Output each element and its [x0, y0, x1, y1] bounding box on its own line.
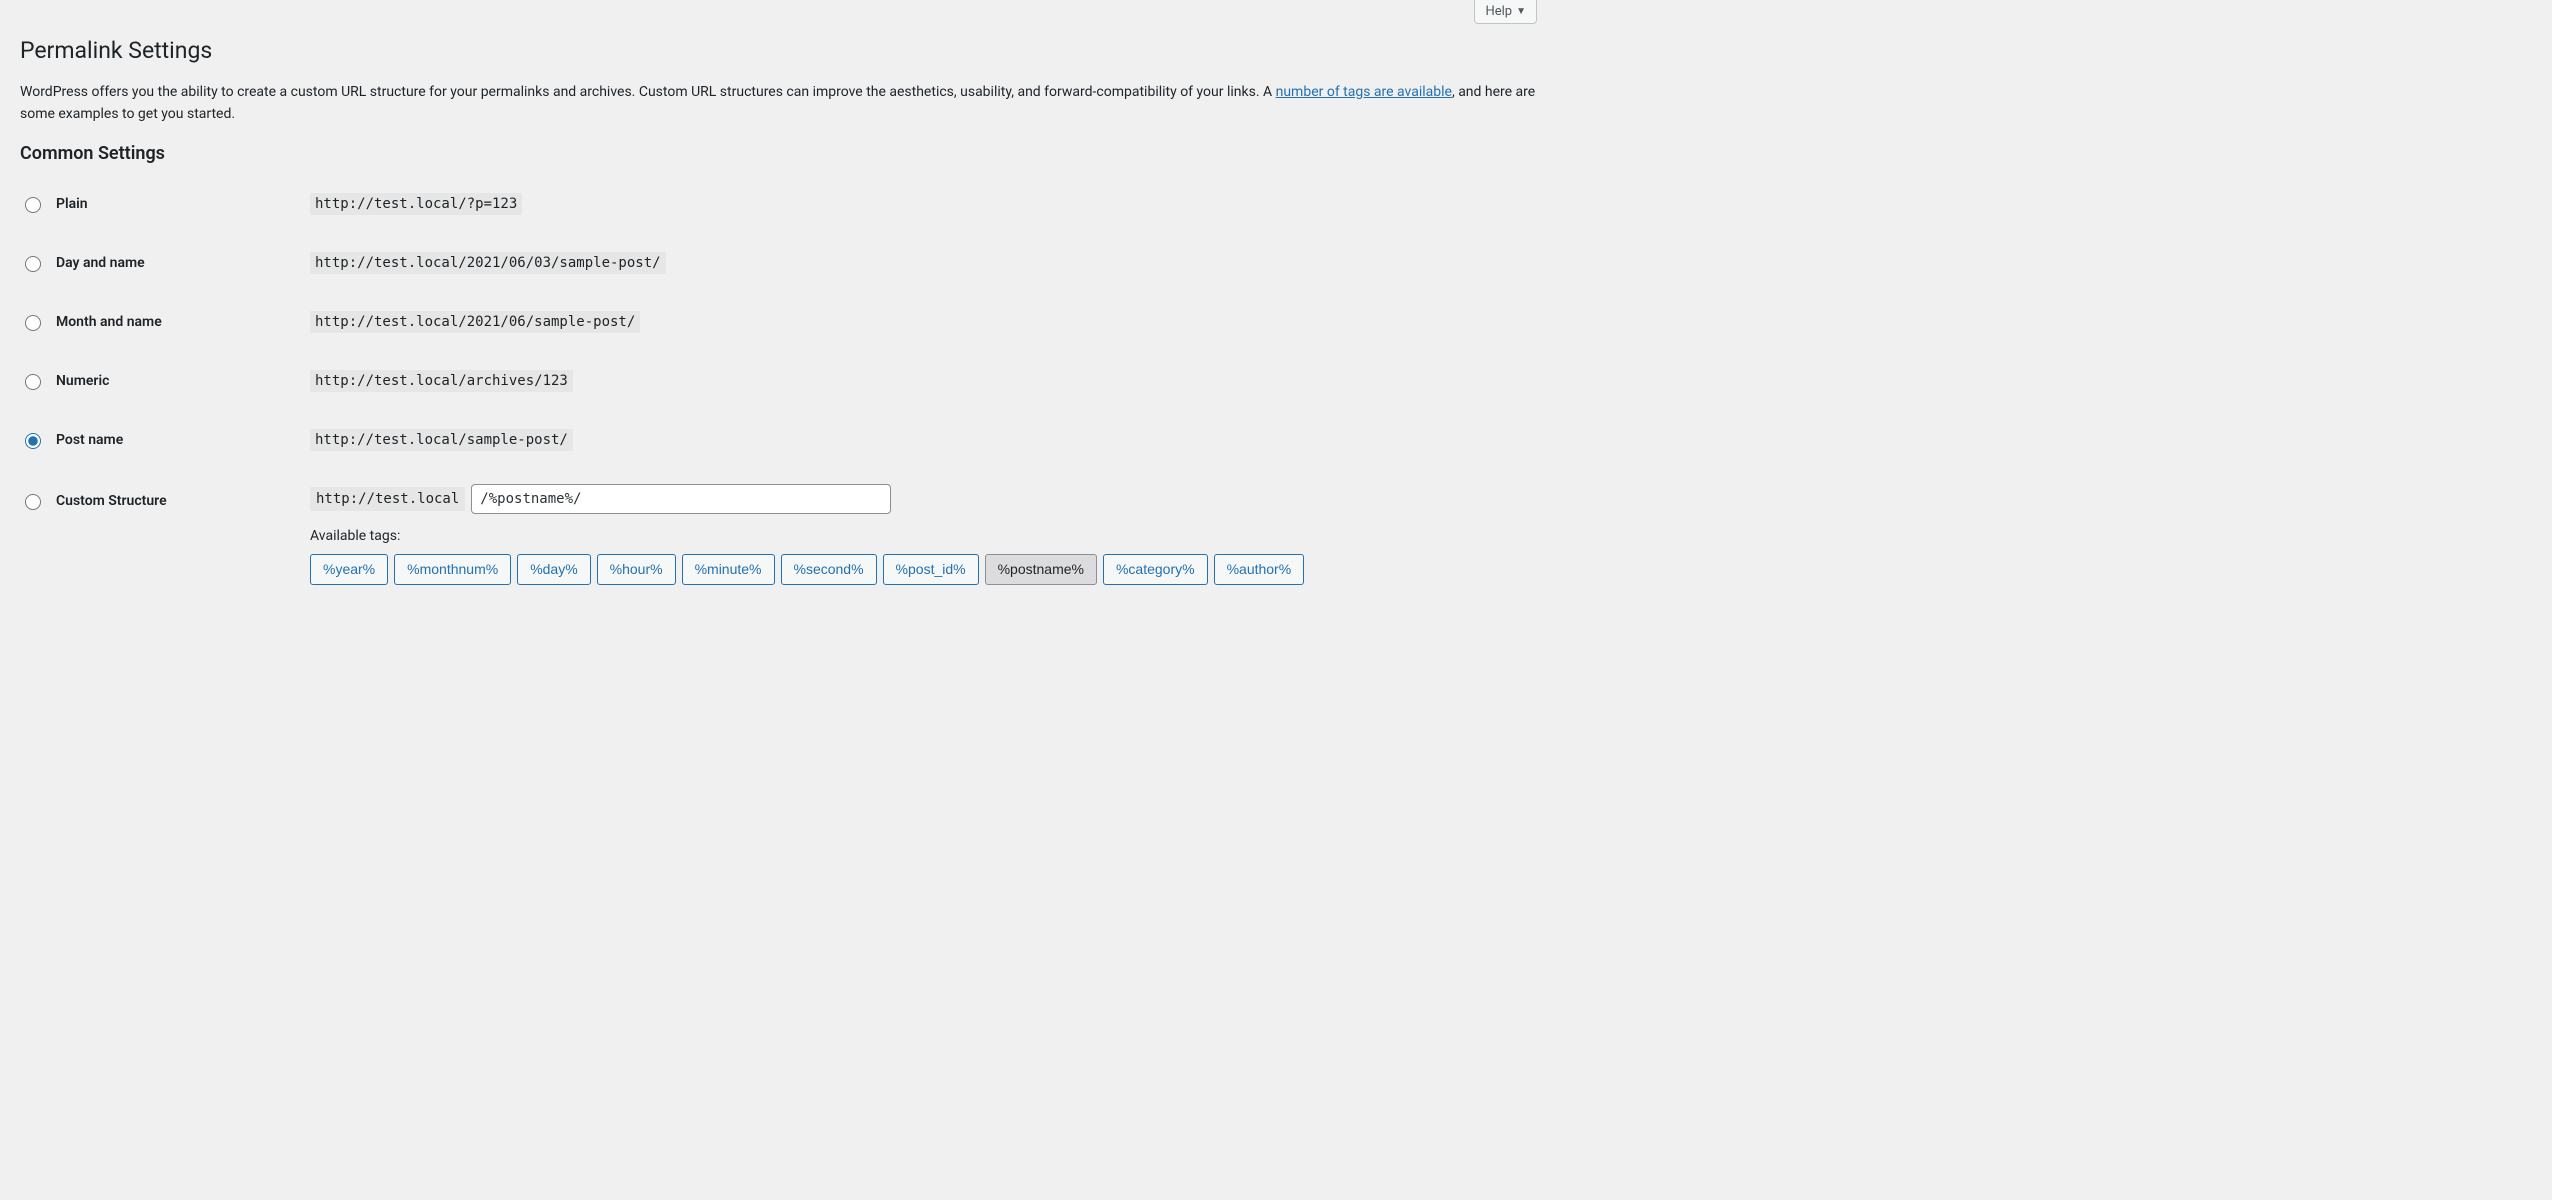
tag-button[interactable]: %second%	[781, 554, 877, 585]
radio-plain[interactable]	[25, 197, 41, 213]
custom-structure-input[interactable]	[471, 484, 891, 514]
option-plain-example: http://test.local/?p=123	[310, 193, 522, 215]
option-post[interactable]: Post name	[20, 430, 290, 449]
option-day[interactable]: Day and name	[20, 253, 290, 272]
option-numeric-label: Numeric	[56, 373, 109, 389]
option-numeric[interactable]: Numeric	[20, 371, 290, 390]
option-post-label: Post name	[56, 432, 123, 448]
tag-button[interactable]: %post_id%	[883, 554, 979, 585]
radio-day[interactable]	[25, 256, 41, 272]
option-numeric-example: http://test.local/archives/123	[310, 370, 573, 392]
help-tab[interactable]: Help ▼	[1474, 0, 1537, 24]
radio-post[interactable]	[25, 433, 41, 449]
permalink-options-table: Plain http://test.local/?p=123 Day and n…	[20, 174, 1537, 600]
tag-button[interactable]: %monthnum%	[394, 554, 511, 585]
radio-custom[interactable]	[25, 494, 41, 510]
radio-month[interactable]	[25, 315, 41, 331]
option-day-example: http://test.local/2021/06/03/sample-post…	[310, 252, 666, 274]
tag-button[interactable]: %author%	[1214, 554, 1305, 585]
option-month-example: http://test.local/2021/06/sample-post/	[310, 311, 640, 333]
intro-text-pre: WordPress offers you the ability to crea…	[20, 84, 1276, 100]
option-month[interactable]: Month and name	[20, 312, 290, 331]
radio-numeric[interactable]	[25, 374, 41, 390]
chevron-down-icon: ▼	[1516, 6, 1526, 17]
page-title: Permalink Settings	[20, 28, 1537, 68]
option-custom-label: Custom Structure	[56, 493, 167, 509]
common-settings-heading: Common Settings	[20, 143, 1537, 164]
tag-button[interactable]: %day%	[517, 554, 590, 585]
available-tags: %year%%monthnum%%day%%hour%%minute%%seco…	[310, 554, 1527, 585]
option-day-label: Day and name	[56, 255, 145, 271]
option-custom[interactable]: Custom Structure	[20, 491, 290, 510]
tag-button[interactable]: %year%	[310, 554, 388, 585]
option-month-label: Month and name	[56, 314, 162, 330]
available-tags-label: Available tags:	[310, 528, 1527, 544]
tag-button[interactable]: %category%	[1103, 554, 1208, 585]
tag-button[interactable]: %postname%	[985, 554, 1097, 585]
option-plain[interactable]: Plain	[20, 194, 290, 213]
option-plain-label: Plain	[56, 196, 88, 212]
intro-link[interactable]: number of tags are available	[1276, 84, 1452, 100]
custom-prefix: http://test.local	[310, 487, 465, 511]
tag-button[interactable]: %hour%	[597, 554, 676, 585]
option-post-example: http://test.local/sample-post/	[310, 429, 573, 451]
tag-button[interactable]: %minute%	[682, 554, 775, 585]
intro-paragraph: WordPress offers you the ability to crea…	[20, 82, 1537, 125]
help-tab-label: Help	[1485, 4, 1512, 19]
